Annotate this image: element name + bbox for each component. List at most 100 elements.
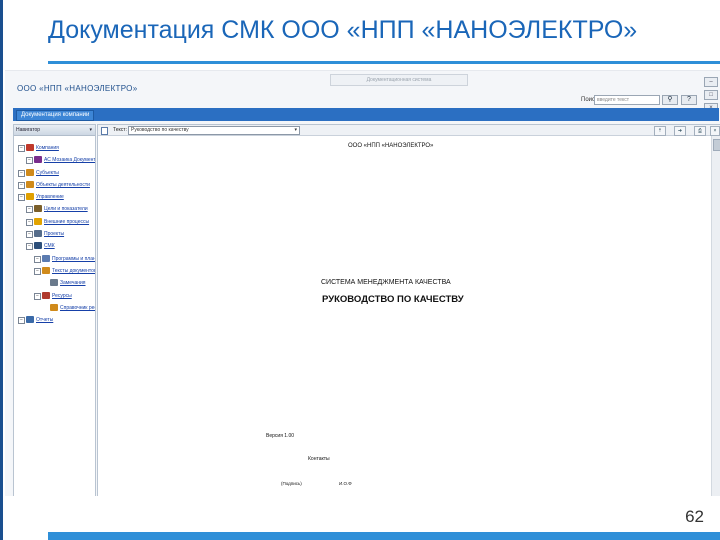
tree-item-label: Программы и планы (52, 255, 96, 262)
open-button[interactable]: ➜ (674, 126, 686, 136)
tree-item[interactable]: − Управление (14, 191, 95, 203)
tree-toggle-icon[interactable]: − (26, 243, 33, 251)
main-navbar: Документация компании (13, 108, 719, 121)
tree-toggle-icon[interactable]: − (34, 292, 41, 300)
tree-item-label: Субъекты (36, 169, 59, 176)
doc-signature-right: И.О.Ф (339, 481, 352, 486)
search-button[interactable]: ⚲ (662, 95, 678, 105)
chevron-down-icon: ▾ (294, 127, 297, 133)
tree-item[interactable]: − Отчеты (14, 314, 95, 326)
tree-item-label: АС Мозаика Документы (44, 157, 96, 164)
document-select-value: Руководство по качеству (131, 127, 189, 133)
document-icon (101, 127, 108, 135)
print-icon: ⎙ (697, 128, 702, 134)
tree-item-label: Компания (36, 145, 59, 151)
document-toolbar: Текст: Руководство по качеству ▾ ⇡ ➜ ⎙ × (98, 125, 720, 136)
tree-item-label: Справочник ресурсов (60, 304, 95, 311)
minimize-button[interactable]: – (704, 77, 718, 87)
tree-item[interactable]: − Ресурсы (14, 290, 95, 302)
hourglass-icon (34, 230, 42, 238)
document-scrollbar[interactable] (711, 136, 720, 496)
bottom-divider (48, 532, 720, 540)
tree-toggle-icon[interactable]: − (18, 194, 25, 202)
tree-toggle-icon[interactable]: − (18, 169, 25, 177)
folder-icon (50, 303, 58, 311)
tree-item[interactable]: − Цели и показатели (14, 203, 95, 215)
gear-icon (34, 217, 42, 225)
tree-toggle-icon[interactable]: − (34, 255, 41, 263)
tree-toggle-icon[interactable]: − (18, 317, 25, 325)
tree-item-label: Управление (36, 194, 64, 201)
folder-icon (26, 180, 34, 188)
document-view: ООО «НПП «НАНОЭЛЕКТРО» СИСТЕМА МЕНЕДЖМЕН… (98, 136, 708, 496)
target-icon (34, 205, 42, 213)
report-icon (26, 316, 34, 324)
gift-icon (42, 291, 50, 299)
scrollbar-thumb[interactable] (713, 139, 720, 151)
tree-item-label: Замечания (60, 280, 86, 287)
tree-item-label: Внешние процессы (44, 218, 90, 225)
check-icon (42, 254, 50, 262)
document-select[interactable]: Руководство по качеству ▾ (128, 126, 300, 135)
doc-manual-title: РУКОВОДСТВО ПО КАЧЕСТВУ (322, 294, 464, 305)
slide-title: Документация СМК ООО «НПП «НАНОЭЛЕКТРО» (48, 16, 638, 44)
tree-toggle-icon[interactable]: − (26, 206, 33, 214)
close-document-button[interactable]: × (710, 126, 720, 136)
app-screenshot: Документационная система – □ × ООО «НПП … (5, 70, 720, 496)
doc-qms-title: СИСТЕМА МЕНЕДЖМЕНТА КАЧЕСТВА (321, 279, 451, 286)
doc-contacts: Контакты (308, 456, 330, 462)
folder-icon (26, 168, 34, 176)
tree-item[interactable]: − СМК (14, 240, 95, 252)
doc-signature-left: (Подпись) (281, 481, 302, 486)
export-button[interactable]: ⇡ (654, 126, 666, 136)
handshake-icon (26, 193, 34, 201)
help-icon: ? (687, 96, 691, 103)
tree-item[interactable]: − Внешние процессы (14, 216, 95, 228)
tree-item[interactable]: − Объекты деятельности (14, 179, 95, 191)
tree-toggle-icon[interactable]: − (26, 218, 33, 226)
tree-toggle-icon[interactable]: − (18, 145, 25, 152)
chevron-down-icon[interactable]: ▾ (89, 125, 92, 135)
tree-item-label: Проекты (44, 231, 65, 238)
grid-icon (34, 156, 42, 164)
tree-toggle-icon[interactable]: − (26, 231, 33, 239)
folder-icon (42, 266, 50, 274)
search-icon: ⚲ (667, 96, 673, 103)
navigator-panel: Навигатор ▾ − Компания − АС Мозаика Докумен… (13, 124, 96, 496)
tree-toggle-icon[interactable]: − (18, 181, 25, 189)
building-icon (26, 144, 34, 151)
title-divider (48, 61, 720, 64)
tree-item[interactable]: − Проекты (14, 228, 95, 240)
upload-icon: ⇡ (657, 128, 663, 134)
tree-item[interactable]: Замечания (14, 277, 95, 289)
doc-company: ООО «НПП «НАНОЭЛЕКТРО» (348, 143, 434, 149)
company-header: ООО «НПП «НАНОЭЛЕКТРО» (17, 84, 138, 93)
glasses-icon (34, 242, 42, 250)
tree-item[interactable]: − Тексты документов (14, 265, 95, 277)
search-input[interactable]: введите текст (594, 95, 660, 105)
page-icon (50, 279, 58, 287)
tree-item-label: Объекты деятельности (36, 181, 90, 188)
tree-item-label: Тексты документов (52, 267, 96, 274)
restore-button[interactable]: □ (704, 90, 718, 100)
arrow-right-icon: ➜ (677, 128, 683, 134)
tree-item-label: СМК (44, 243, 55, 250)
tree-item[interactable]: − Компания (14, 142, 95, 154)
window-title: Документационная система (330, 74, 468, 86)
tree-item[interactable]: − АС Мозаика Документы (14, 154, 95, 166)
navigator-header[interactable]: Навигатор ▾ (14, 125, 95, 136)
document-toolbar-label: Текст: (113, 127, 127, 133)
navigator-header-label: Навигатор (16, 127, 41, 133)
page-number: 62 (685, 507, 704, 526)
tree-item-label: Отчеты (36, 317, 54, 324)
tree-item-label: Цели и показатели (44, 206, 88, 213)
print-button[interactable]: ⎙ (694, 126, 706, 136)
tree-item[interactable]: Справочник ресурсов (14, 302, 95, 314)
tree-item[interactable]: − Субъекты (14, 167, 95, 179)
navigator-tree: − Компания − АС Мозаика Документы − Субъекты −… (14, 136, 95, 326)
tree-toggle-icon[interactable]: − (34, 267, 41, 275)
tab-company-docs[interactable]: Документация компании (16, 110, 95, 121)
tree-toggle-icon[interactable]: − (26, 157, 33, 165)
tree-item[interactable]: − Программы и планы (14, 253, 95, 265)
help-button[interactable]: ? (681, 95, 697, 105)
